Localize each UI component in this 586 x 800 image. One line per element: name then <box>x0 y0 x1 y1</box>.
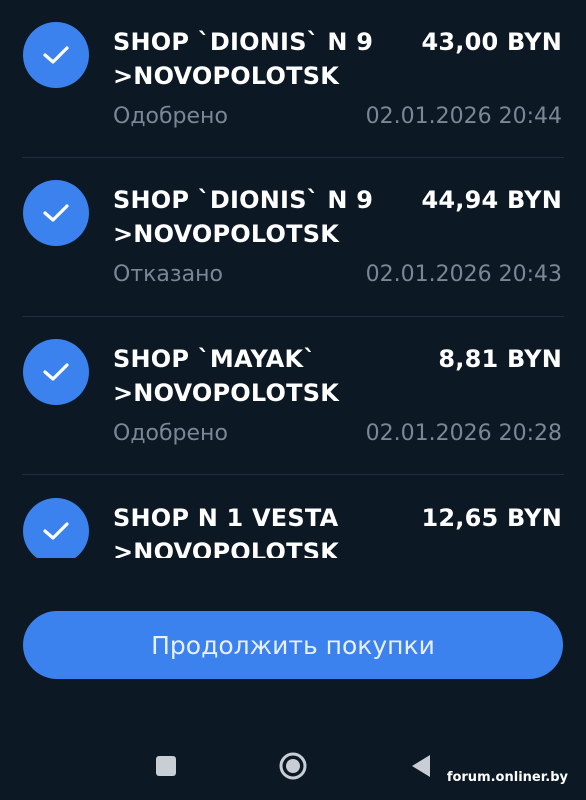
transaction-datetime: 02.01.2026 20:44 <box>365 104 562 129</box>
check-icon <box>23 22 89 88</box>
merchant-name: SHOP `DIONIS` N 9 >NOVOPOLOTSK <box>113 186 374 248</box>
home-icon[interactable] <box>273 750 313 782</box>
transaction-item[interactable]: SHOP `DIONIS` N 9 >NOVOPOLOTSK 43,00 BYN… <box>0 0 586 158</box>
back-icon[interactable] <box>401 750 441 782</box>
watermark: forum.onliner.by <box>446 770 568 785</box>
transaction-amount: 12,65 BYN <box>421 504 562 532</box>
divider <box>22 474 564 475</box>
check-icon <box>23 339 89 405</box>
transaction-status: Одобрено <box>113 421 228 446</box>
merchant-name: SHOP N 1 VESTA >NOVOPOLOTSK <box>113 504 339 558</box>
transaction-item[interactable]: SHOP `MAYAK` >NOVOPOLOTSK 8,81 BYN Одобр… <box>0 317 586 475</box>
check-icon <box>23 498 89 558</box>
system-navbar <box>0 730 586 800</box>
transaction-status: Отказано <box>113 262 223 287</box>
transaction-item[interactable]: SHOP `DIONIS` N 9 >NOVOPOLOTSK 44,94 BYN… <box>0 158 586 316</box>
check-icon <box>23 180 89 246</box>
transaction-list[interactable]: SHOP `DIONIS` N 9 >NOVOPOLOTSK 43,00 BYN… <box>0 0 586 558</box>
continue-shopping-button[interactable]: Продолжить покупки <box>23 611 563 679</box>
transaction-amount: 43,00 BYN <box>421 28 562 56</box>
recents-icon[interactable] <box>146 750 186 782</box>
transaction-amount: 8,81 BYN <box>438 345 562 373</box>
transaction-status: Одобрено <box>113 104 228 129</box>
merchant-name: SHOP `DIONIS` N 9 >NOVOPOLOTSK <box>113 28 374 90</box>
merchant-name: SHOP `MAYAK` >NOVOPOLOTSK <box>113 345 339 407</box>
transaction-amount: 44,94 BYN <box>421 186 562 214</box>
transaction-datetime: 02.01.2026 20:28 <box>365 421 562 446</box>
transaction-item[interactable]: SHOP N 1 VESTA >NOVOPOLOTSK 12,65 BYN <box>0 476 586 558</box>
transaction-datetime: 02.01.2026 20:43 <box>365 262 562 287</box>
